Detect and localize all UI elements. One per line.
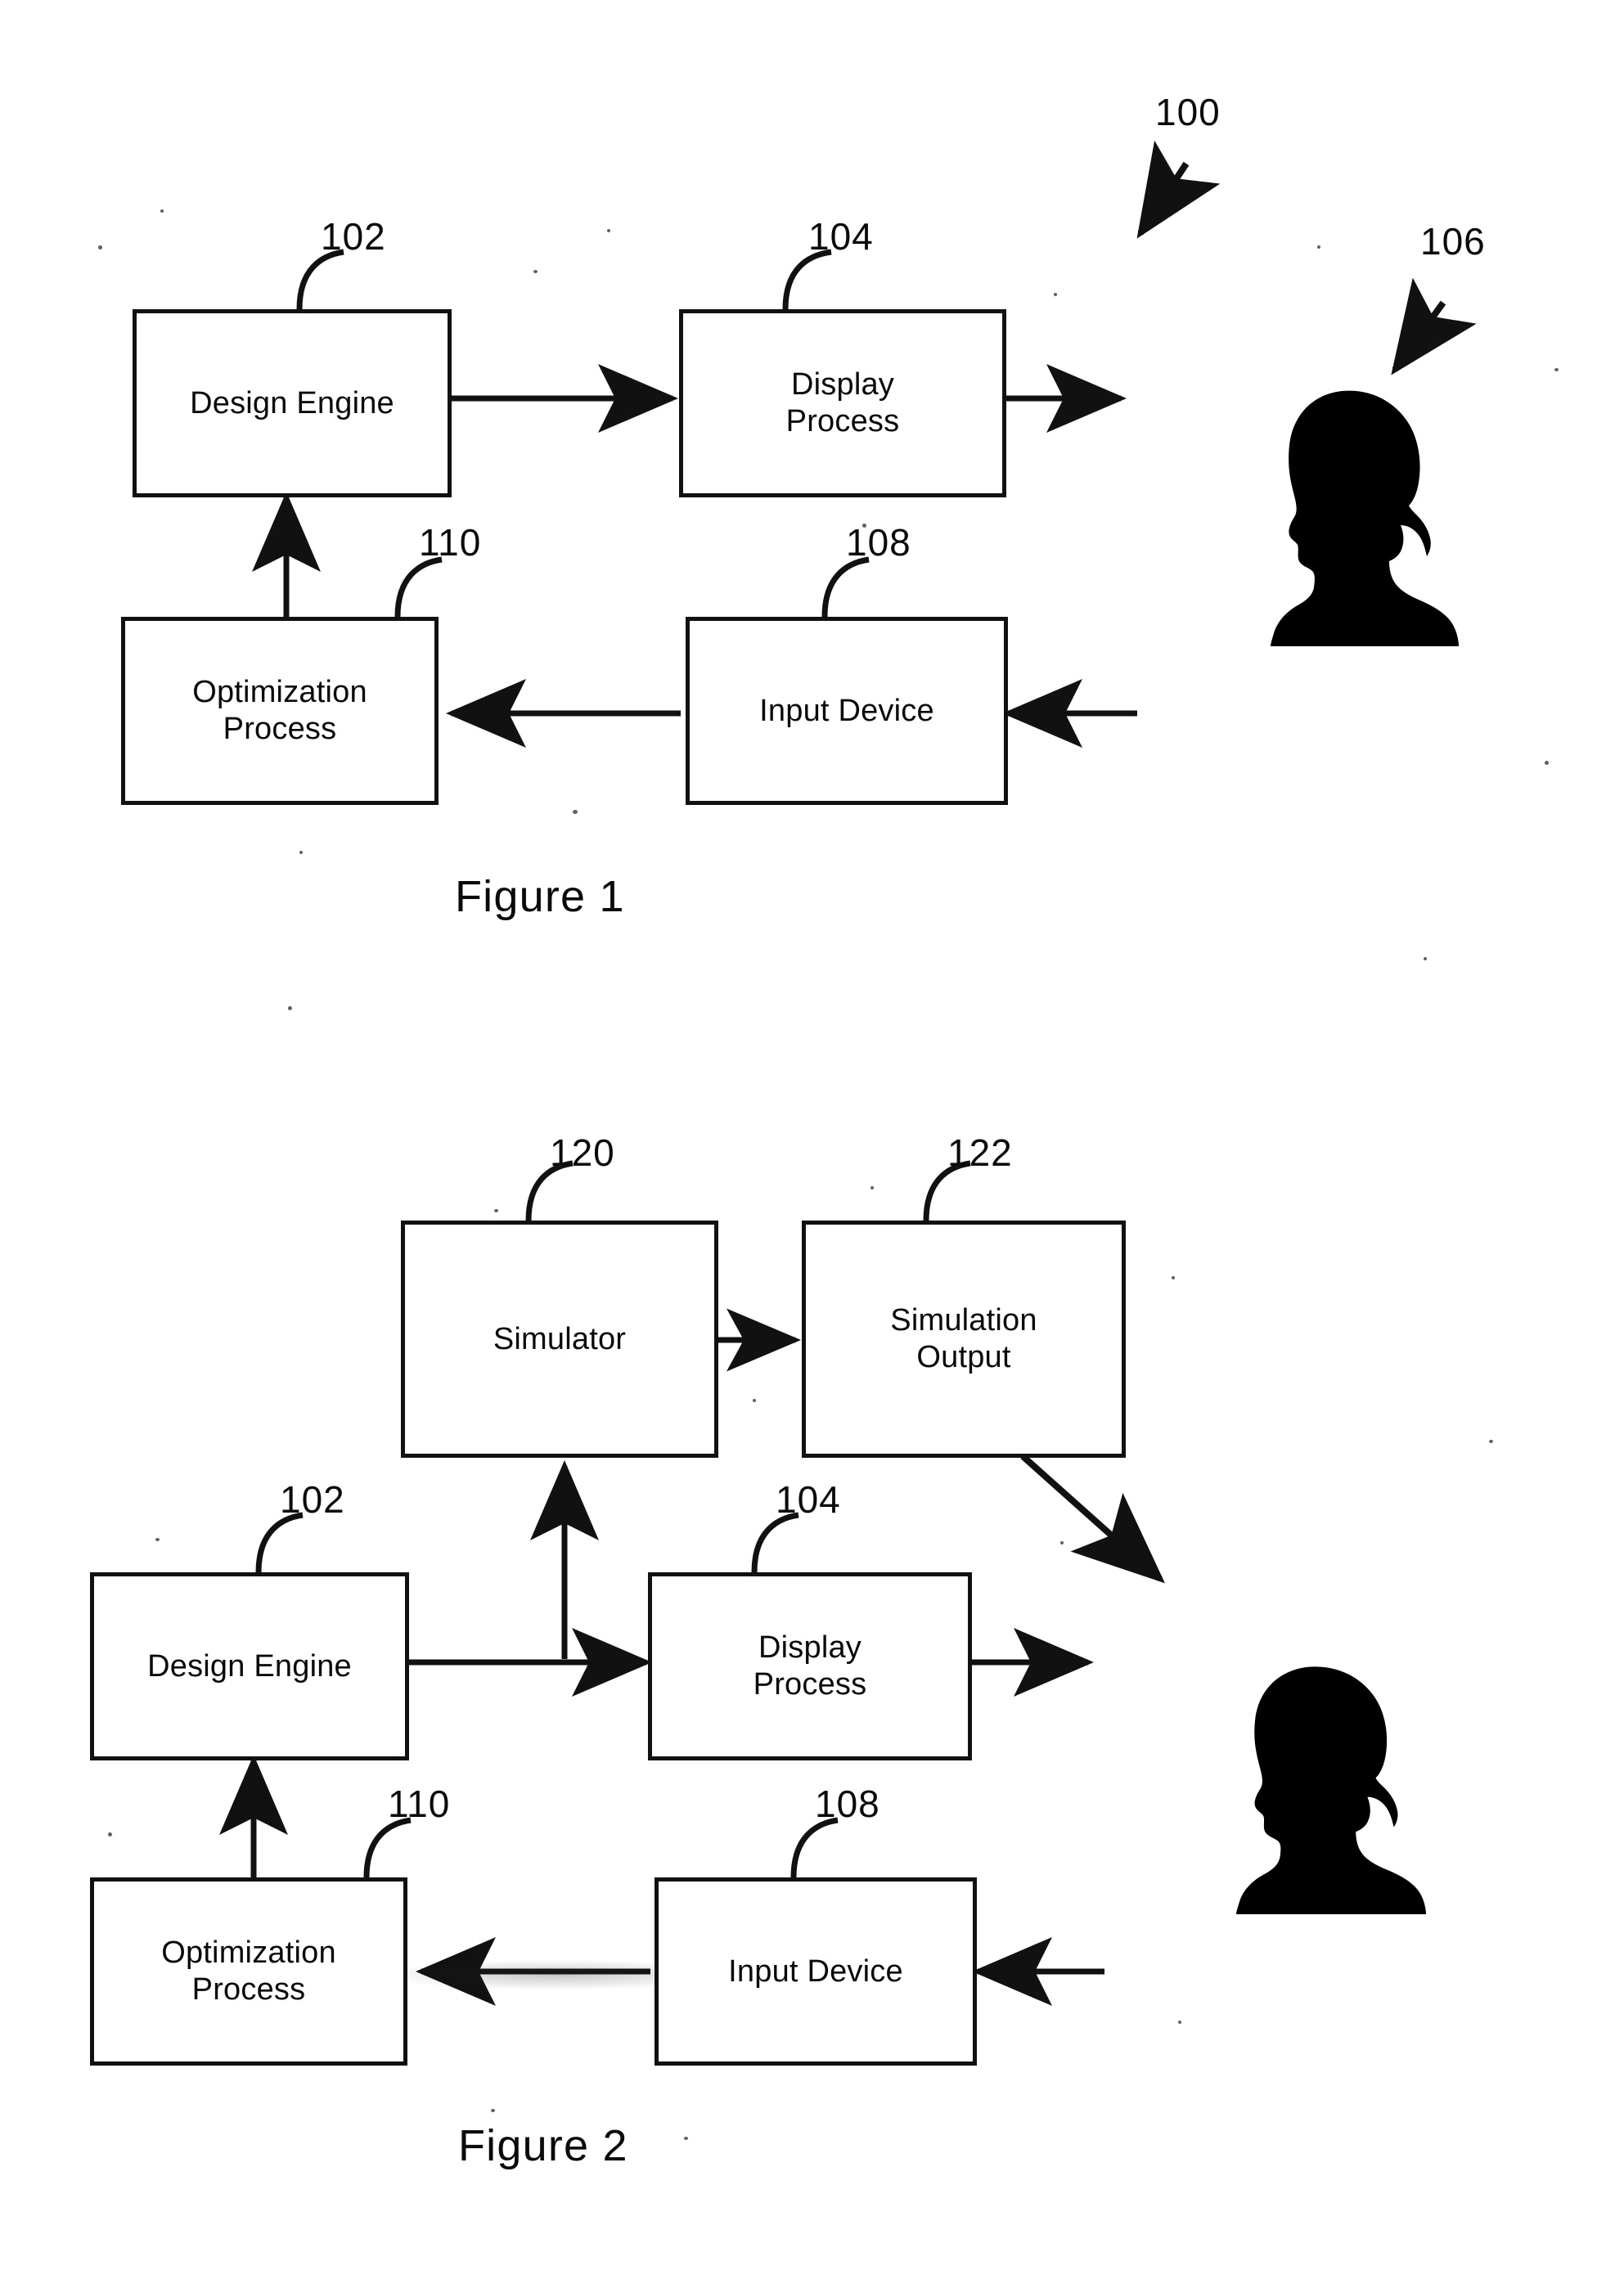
ref-numeral-108-fig1: 108 [846,521,911,564]
patent-drawing-sheet: 100 102 Design Engine 104 Display Proces… [0,0,1624,2275]
figure-1-caption: Figure 1 [455,872,625,921]
scan-speck [573,810,578,814]
scan-speck [155,1538,160,1541]
node-optimization-process-fig2: Optimization Process [90,1877,407,2066]
node-label-line2: Process [191,1972,306,2007]
node-display-process-fig1: Display Process [679,309,1006,497]
node-label-line1: Display [791,367,894,402]
ref-numeral-110-fig1: 110 [419,521,482,564]
ref-numeral-120: 120 [550,1131,615,1174]
scan-speck [1060,1541,1064,1544]
scan-speck [870,1186,874,1189]
node-optimization-process-fig1: Optimization Process [121,617,439,805]
node-display-process-fig2: Display Process [648,1572,972,1760]
scan-speck [533,270,538,273]
scan-speck [1554,368,1559,371]
ref-numeral-102-fig1: 102 [321,215,386,258]
scan-speck [299,851,303,854]
ref-numeral-104-fig1: 104 [808,215,874,258]
node-label-line2: Output [916,1340,1011,1374]
scan-speck [753,1399,756,1402]
ref-numeral-102-fig2: 102 [280,1478,345,1521]
node-simulator: Simulator [401,1221,718,1458]
ref-numeral-122: 122 [947,1131,1013,1174]
scan-speck [1424,957,1427,960]
scan-speck [1172,1276,1175,1279]
scan-speck [108,1832,112,1837]
node-label: Design Engine [147,1648,352,1684]
node-label: Design Engine [190,385,394,420]
node-simulation-output: Simulation Output [802,1221,1126,1458]
scan-speck [1489,1440,1493,1443]
node-design-engine-fig1: Design Engine [133,309,452,497]
node-label-line2: Process [223,712,337,746]
node-label: Simulator [493,1321,627,1356]
node-input-device-fig2: Input Device [655,1877,977,2066]
node-label-line2: Process [785,404,900,438]
ref-numeral-106-fig1: 106 [1420,220,1486,263]
scan-speck [494,1209,498,1212]
node-label-line1: Display [758,1630,861,1666]
node-label-line1: Simulation [890,1303,1037,1338]
node-label-line1: Optimization [192,675,367,710]
user-silhouette-fig1 [1270,384,1460,646]
ref-numeral-110-fig2: 110 [388,1783,451,1825]
scan-speck [98,245,102,250]
scan-speck [491,2109,495,2112]
ref-numeral-104-fig2: 104 [776,1478,841,1521]
scan-speck [160,209,164,213]
scan-speck [1317,245,1320,249]
node-input-device-fig1: Input Device [686,617,1008,805]
node-label: Input Device [728,1954,903,1989]
scan-speck [607,229,610,232]
scan-speck [1545,761,1549,765]
ref-numeral-100: 100 [1155,91,1221,133]
scan-speck [288,1006,292,1010]
user-silhouette-fig2 [1235,1661,1427,1914]
figure-2-caption: Figure 2 [458,2121,628,2170]
node-design-engine-fig2: Design Engine [90,1572,409,1760]
node-label-line1: Optimization [161,1936,336,1971]
scan-speck [1054,293,1057,296]
node-label: Input Device [759,693,934,728]
node-label-line2: Process [753,1667,867,1702]
scan-speck [684,2137,688,2140]
ref-numeral-108-fig2: 108 [815,1783,880,1825]
scan-speck [1178,2021,1181,2024]
